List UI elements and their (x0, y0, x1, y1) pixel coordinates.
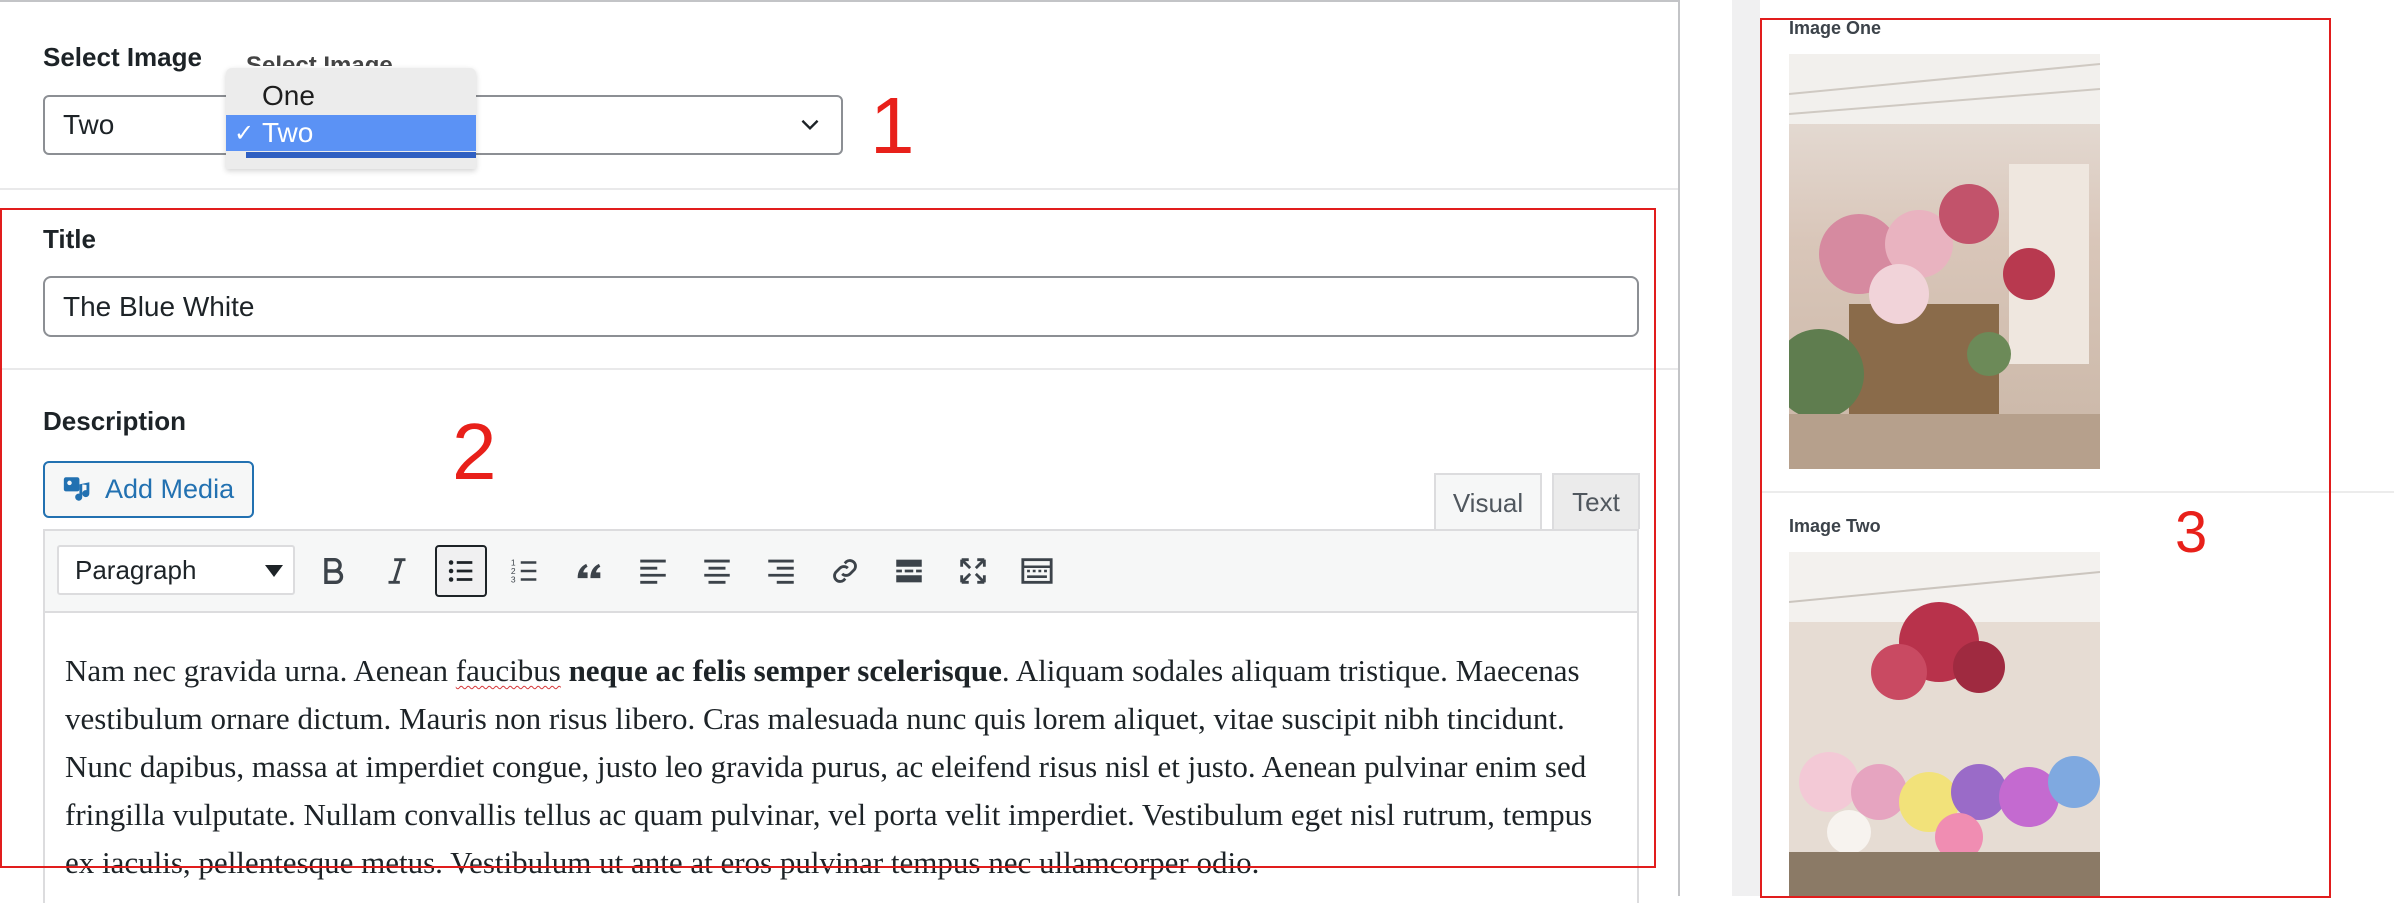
read-more-button[interactable] (883, 545, 935, 597)
tab-visual[interactable]: Visual (1434, 473, 1542, 531)
quote-icon (577, 563, 601, 579)
select-image-value: Two (63, 109, 115, 140)
tab-text[interactable]: Text (1552, 473, 1640, 529)
align-left-button[interactable] (627, 545, 679, 597)
link-icon (833, 559, 857, 583)
numbered-list-icon: 123 (511, 557, 537, 584)
preview-panel: Image One Image Two (1760, 0, 2394, 896)
svg-text:3: 3 (511, 574, 516, 584)
panel-gutter (1732, 0, 1760, 896)
add-media-button[interactable]: Add Media (43, 461, 254, 518)
media-icon (63, 476, 90, 501)
image-one-label: Image One (1789, 18, 1882, 38)
text-run: Nam nec gravida urna. Aenean (65, 653, 456, 688)
dropdown-option-label: One (262, 80, 315, 111)
description-label: Description (43, 406, 187, 436)
italic-icon (388, 558, 406, 584)
fullscreen-button[interactable] (947, 545, 999, 597)
text-run (561, 653, 569, 688)
select-image-dropdown-menu: One ✓ Two (226, 68, 476, 169)
flower-shop-photo-two (1789, 552, 2100, 896)
bold-text: neque ac felis semper scelerisque (568, 653, 1002, 688)
misspelled-word: faucibus (455, 653, 561, 688)
blockquote-button[interactable] (563, 545, 615, 597)
insert-link-button[interactable] (819, 545, 871, 597)
divider (0, 188, 1678, 190)
annotation-number-3: 3 (2175, 500, 2208, 565)
align-right-button[interactable] (755, 545, 807, 597)
fullscreen-icon (960, 558, 986, 584)
image-one-photo (1789, 54, 2100, 469)
annotation-number-1: 1 (870, 81, 915, 170)
image-two-photo (1789, 552, 2100, 896)
bullet-list-icon (448, 560, 473, 582)
read-more-icon (896, 559, 922, 583)
format-select-value: Paragraph (75, 554, 197, 585)
description-text: Nam nec gravida urna. Aenean faucibus ne… (65, 647, 1605, 887)
title-label: Title (43, 224, 96, 254)
tab-visual-label: Visual (1452, 487, 1524, 518)
align-left-icon (640, 559, 666, 584)
editor-toolbar: Paragraph 123 (43, 529, 1639, 613)
select-image-label: Select Image (43, 42, 202, 72)
flower-shop-photo-one (1789, 54, 2100, 469)
title-value: The Blue White (63, 290, 255, 322)
tab-text-label: Text (1572, 486, 1620, 517)
annotation-number-2: 2 (452, 407, 497, 496)
divider (1760, 491, 2394, 493)
add-media-label: Add Media (105, 474, 235, 504)
toolbar-toggle-button[interactable] (1011, 545, 1063, 597)
keyboard-icon (1021, 558, 1053, 584)
divider (0, 368, 1678, 370)
bold-icon (324, 557, 344, 585)
check-icon: ✓ (233, 119, 255, 147)
italic-button[interactable] (371, 545, 423, 597)
caret-down-icon (265, 565, 283, 577)
dropdown-option-one[interactable]: One (226, 78, 476, 114)
dropdown-scroll-edge (246, 152, 476, 158)
dropdown-popup-heading: Select Image (246, 52, 393, 66)
dropdown-option-label: Two (262, 117, 314, 148)
image-two-label: Image Two (1789, 516, 1881, 536)
format-select[interactable]: Paragraph (57, 545, 295, 595)
chevron-down-icon (801, 119, 819, 131)
bullet-list-button[interactable] (435, 545, 487, 597)
title-input[interactable]: The Blue White (43, 276, 1639, 337)
align-center-icon (704, 559, 730, 584)
dropdown-option-two[interactable]: ✓ Two (226, 115, 476, 151)
align-center-button[interactable] (691, 545, 743, 597)
numbered-list-button[interactable]: 123 (499, 545, 551, 597)
align-right-icon (768, 559, 794, 584)
bold-button[interactable] (307, 545, 359, 597)
editor-content-area[interactable]: Nam nec gravida urna. Aenean faucibus ne… (43, 613, 1639, 903)
